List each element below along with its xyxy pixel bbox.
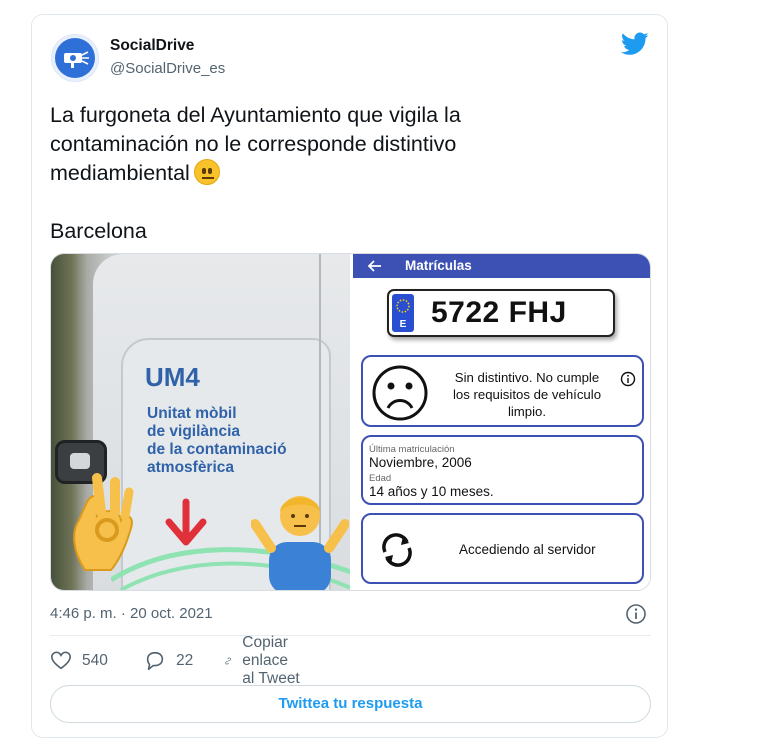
eu-stars-icon: [396, 299, 410, 313]
reply-count: 22: [176, 652, 194, 669]
server-status-card: Accediendo al servidor: [361, 513, 644, 584]
back-arrow-icon[interactable]: [367, 258, 383, 274]
app-header: Matrículas: [353, 254, 650, 278]
ok-hand-emoji: [73, 473, 134, 571]
app-screenshot[interactable]: Matrículas E 5722 FHJ Sin distintivo. No: [353, 254, 650, 590]
tweet-card: SocialDrive @SocialDrive_es La furgoneta…: [31, 14, 668, 738]
like-count: 540: [82, 652, 108, 669]
neutral-face-emoji: [193, 159, 220, 185]
author-display-name[interactable]: SocialDrive: [110, 37, 194, 55]
reply-button[interactable]: 22: [144, 649, 193, 673]
van-lettering: Unitat mòbil de vigilància de la contami…: [147, 405, 287, 476]
author-handle[interactable]: @SocialDrive_es: [110, 60, 225, 77]
server-status-text: Accediendo al servidor: [459, 542, 596, 557]
heart-icon: [51, 651, 71, 670]
sad-face-icon: [372, 365, 428, 421]
age-label: Edad: [369, 473, 392, 484]
tweet-timestamp[interactable]: 4:46 p. m. · 20 oct. 2021: [50, 605, 213, 622]
van-photo[interactable]: UM4 Unitat mòbil de vigilància de la con…: [51, 254, 350, 590]
avatar[interactable]: [51, 34, 99, 82]
tweet-location-line: Barcelona: [50, 219, 147, 243]
down-arrow-emoji: [165, 498, 207, 546]
tweet-body: La furgoneta del Ayuntamiento que vigila…: [50, 103, 461, 185]
registration-card: Última matriculación Noviembre, 2006 Eda…: [361, 435, 644, 505]
eu-band: E: [392, 294, 414, 332]
license-plate: E 5722 FHJ: [387, 289, 615, 337]
info-circle-icon[interactable]: [625, 603, 647, 625]
age-value: 14 años y 10 meses.: [369, 484, 494, 499]
last-registration-value: Noviembre, 2006: [369, 455, 472, 470]
speed-camera-icon: [55, 38, 95, 78]
sync-icon: [382, 533, 412, 567]
like-button[interactable]: 540: [50, 649, 108, 673]
last-registration-label: Última matriculación: [369, 444, 455, 455]
twitter-bird-icon[interactable]: [621, 32, 649, 56]
copy-link-label: Copiar enlace al Tweet: [242, 634, 300, 687]
copy-link-button[interactable]: Copiar enlace al Tweet: [224, 634, 302, 687]
reply-tweet-button[interactable]: Twittea tu respuesta: [50, 685, 651, 723]
eco-label-card[interactable]: Sin distintivo. No cumple los requisitos…: [361, 355, 644, 427]
link-icon: [225, 657, 231, 665]
tweet-media[interactable]: UM4 Unitat mòbil de vigilància de la con…: [50, 253, 651, 591]
tweet-text: La furgoneta del Ayuntamiento que vigila…: [50, 101, 610, 246]
van-code-label: UM4: [145, 362, 200, 392]
eco-label-status: Sin distintivo. No cumple los requisitos…: [452, 370, 602, 419]
plate-number: 5722 FHJ: [431, 296, 567, 329]
divider-line: [50, 635, 651, 636]
shrugging-person-emoji: [251, 496, 349, 590]
app-title: Matrículas: [405, 258, 472, 273]
reply-bubble-icon: [146, 651, 164, 671]
info-icon[interactable]: [620, 371, 636, 387]
plate-country: E: [399, 319, 407, 330]
